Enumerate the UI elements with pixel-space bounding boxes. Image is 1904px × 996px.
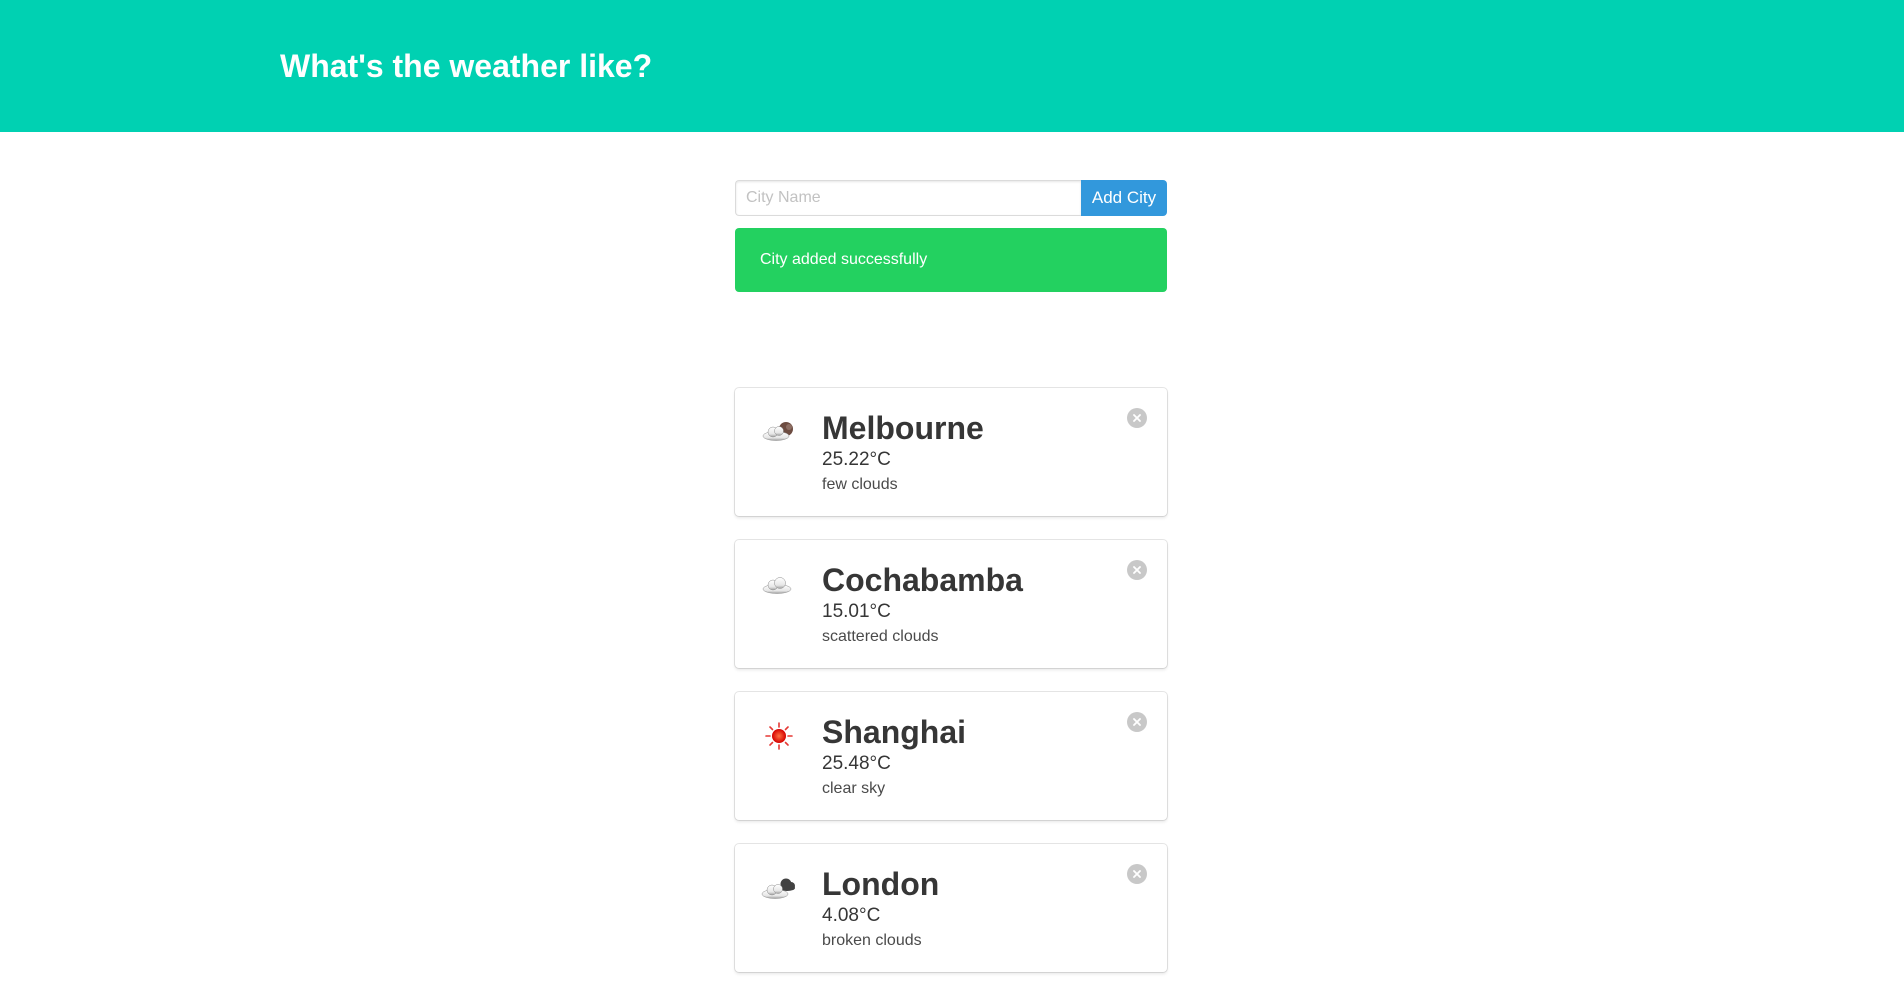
city-list: Melbourne 25.22°C few clouds Cochabamba … bbox=[735, 388, 1167, 996]
delete-city-button[interactable] bbox=[1127, 408, 1147, 428]
city-card-melbourne: Melbourne 25.22°C few clouds bbox=[735, 388, 1167, 516]
broken-clouds-icon bbox=[761, 878, 795, 899]
city-temperature: 4.08°C bbox=[822, 905, 881, 926]
city-card-cochabamba: Cochabamba 15.01°C scattered clouds bbox=[735, 540, 1167, 668]
city-name: Melbourne bbox=[822, 410, 984, 446]
city-name: Shanghai bbox=[822, 714, 967, 750]
few-clouds-icon bbox=[762, 422, 793, 441]
notification-message: City added successfully bbox=[760, 251, 928, 268]
city-temperature: 15.01°C bbox=[822, 601, 891, 622]
close-icon bbox=[1133, 870, 1141, 878]
delete-city-button[interactable] bbox=[1127, 864, 1147, 884]
delete-city-button[interactable] bbox=[1127, 560, 1147, 580]
page-title: What's the weather like? bbox=[280, 47, 653, 84]
city-card-london: London 4.08°C broken clouds bbox=[735, 844, 1167, 972]
city-info: Melbourne 25.22°C few clouds bbox=[822, 408, 984, 498]
city-description: broken clouds bbox=[822, 932, 922, 949]
clear-sky-icon bbox=[765, 722, 793, 750]
close-icon bbox=[1133, 566, 1141, 574]
city-card-shanghai: Shanghai 25.48°C clear sky bbox=[735, 692, 1167, 820]
close-icon bbox=[1133, 718, 1141, 726]
delete-city-button[interactable] bbox=[1127, 712, 1147, 732]
hero-banner: What's the weather like? bbox=[0, 0, 1904, 132]
city-temperature: 25.22°C bbox=[822, 449, 891, 470]
success-notification: City added successfully bbox=[735, 228, 1167, 292]
add-city-form: Add City bbox=[735, 180, 1167, 216]
city-temperature: 25.48°C bbox=[822, 753, 891, 774]
city-info: London 4.08°C broken clouds bbox=[822, 864, 939, 954]
close-icon bbox=[1133, 414, 1141, 422]
city-info: Shanghai 25.48°C clear sky bbox=[822, 712, 966, 802]
city-name-input[interactable] bbox=[735, 180, 1081, 216]
city-name: London bbox=[822, 866, 940, 902]
city-name: Cochabamba bbox=[822, 562, 1023, 598]
city-description: clear sky bbox=[822, 780, 886, 797]
city-description: few clouds bbox=[822, 476, 898, 493]
city-info: Cochabamba 15.01°C scattered clouds bbox=[822, 560, 1023, 650]
add-city-button[interactable]: Add City bbox=[1081, 180, 1167, 216]
city-description: scattered clouds bbox=[822, 628, 939, 645]
scattered-clouds-icon bbox=[762, 577, 792, 594]
